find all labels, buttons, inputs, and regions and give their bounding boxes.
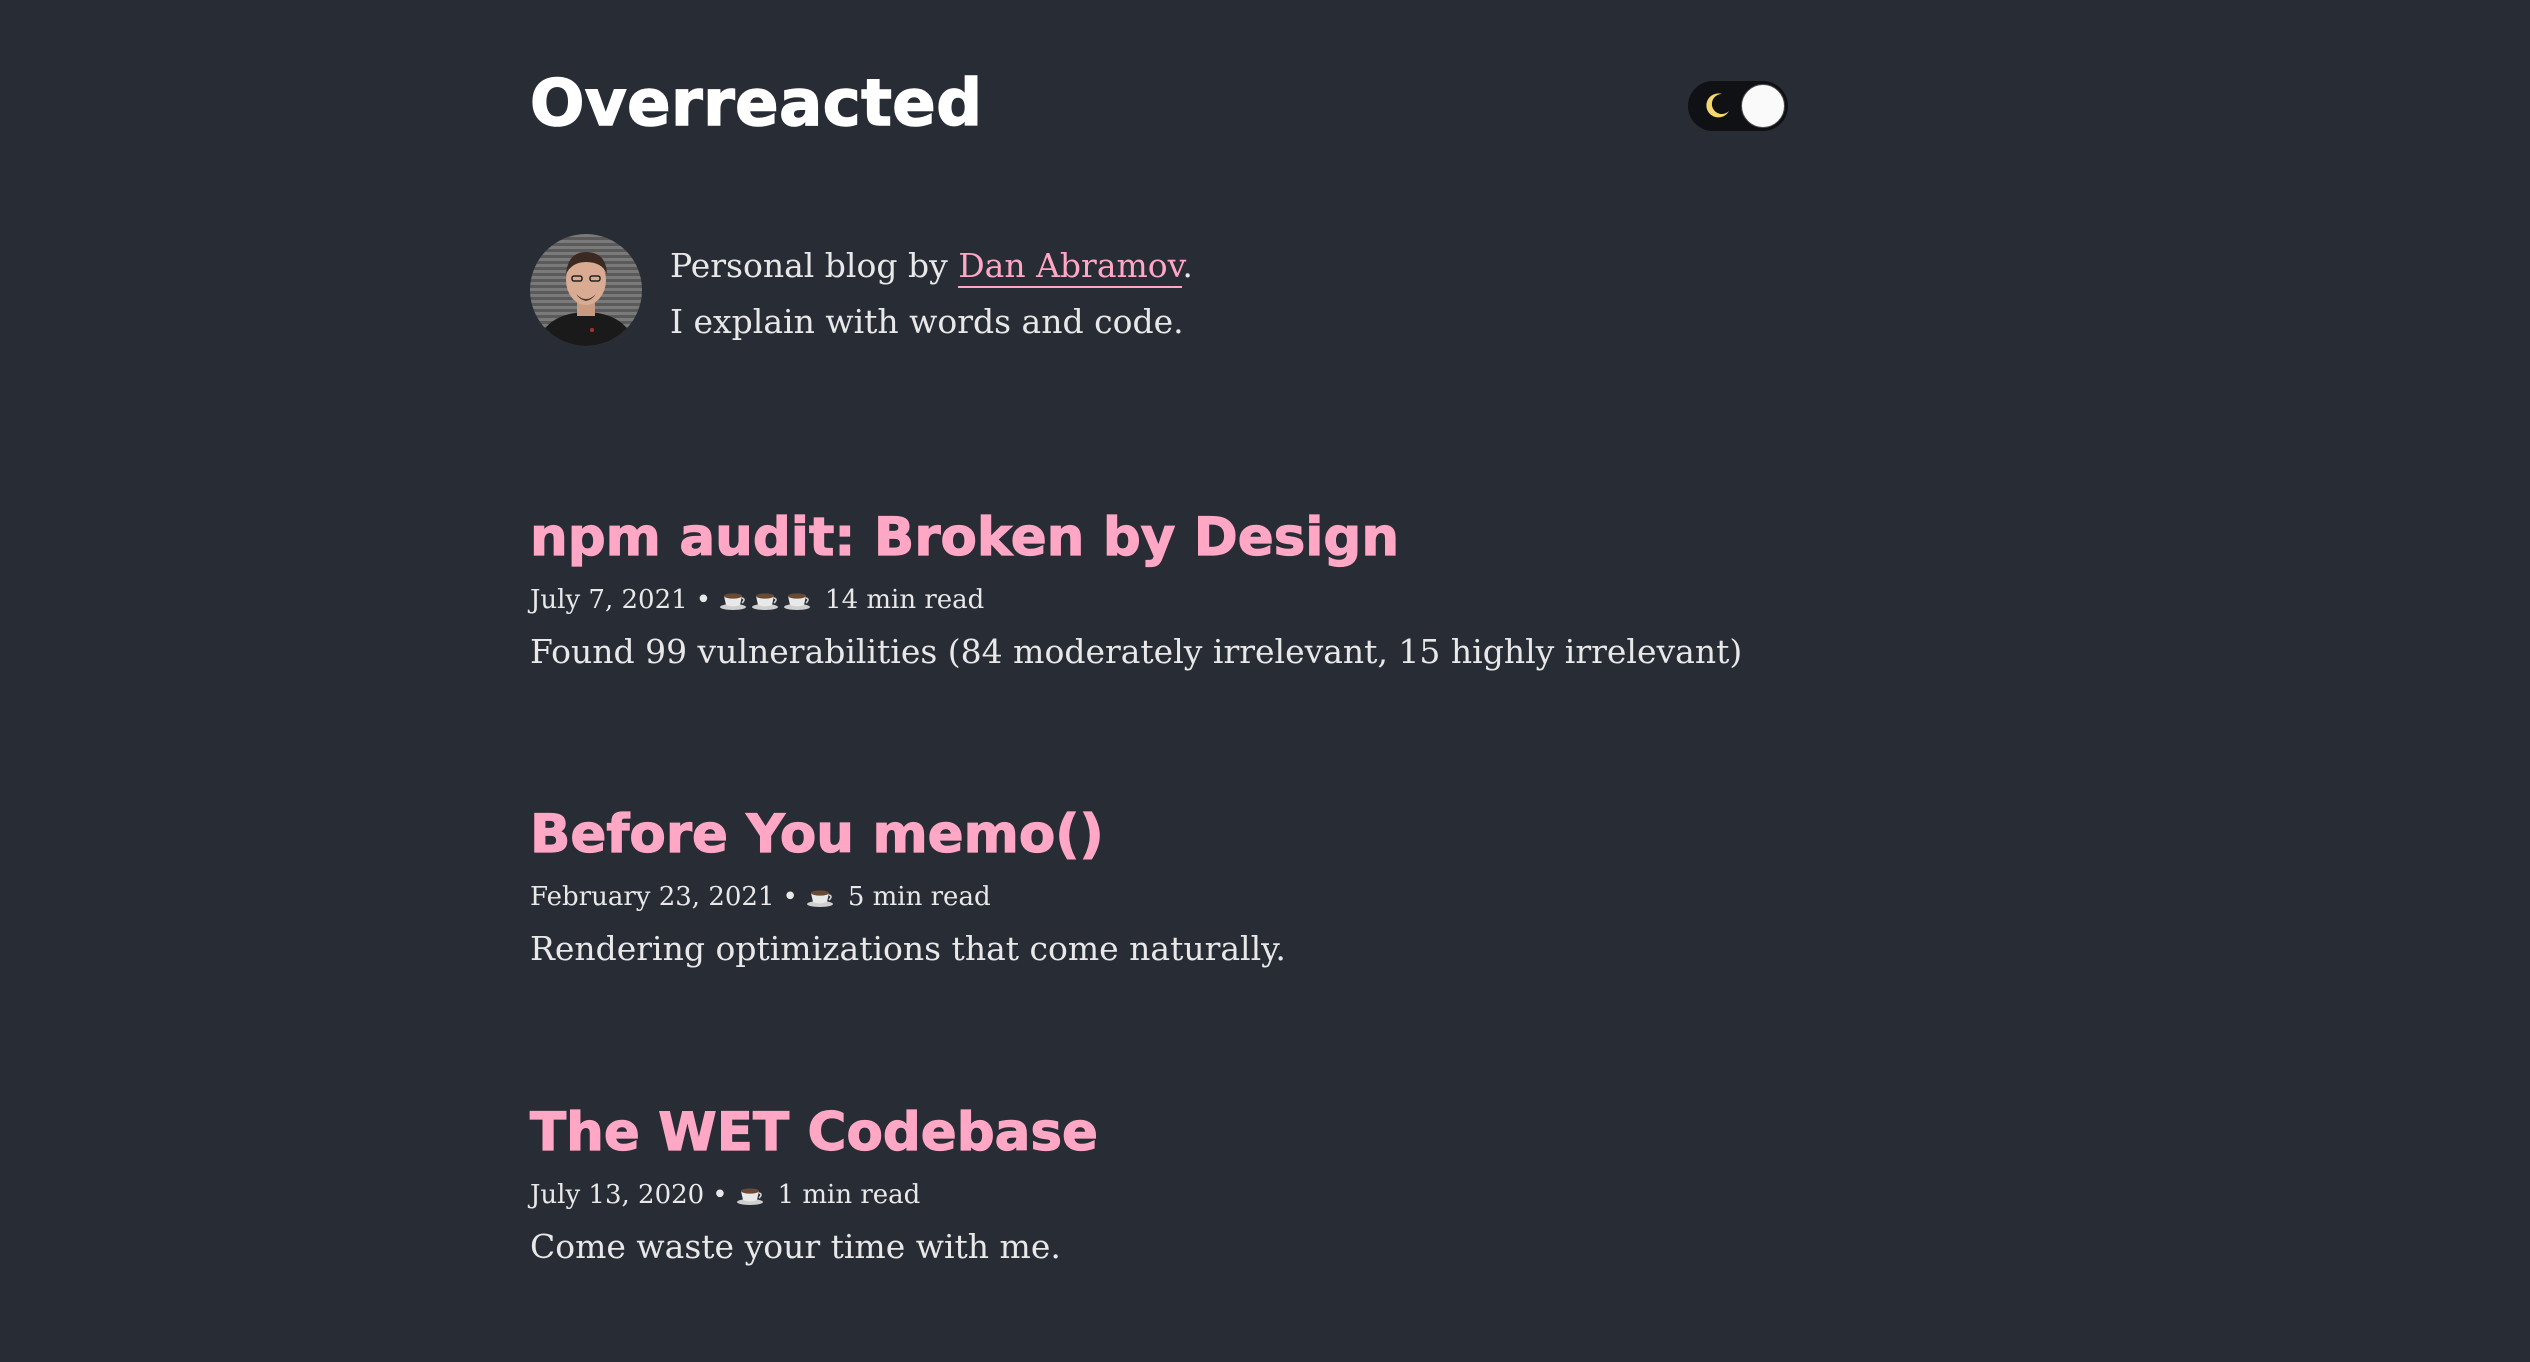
read-time-icons: [719, 590, 815, 610]
coffee-cup-icon: [806, 890, 833, 907]
bio-suffix: .: [1182, 246, 1193, 285]
post-item: Before You memo() February 23, 2021 • 5 …: [529, 803, 1790, 973]
post-item: The WET Codebase July 13, 2020 • 1 min r…: [529, 1101, 1790, 1271]
coffee-cup-icon: [736, 1188, 763, 1205]
coffee-cup-icon: [752, 593, 779, 610]
toggle-knob: [1741, 84, 1785, 128]
post-meta: July 7, 2021 • 14 min read: [530, 580, 1790, 620]
post-excerpt: Come waste your time with me.: [530, 1227, 1061, 1266]
read-time-icons: [806, 887, 838, 907]
avatar: [530, 234, 642, 346]
post-meta: July 13, 2020 • 1 min read: [530, 1175, 1790, 1215]
post-item: npm audit: Broken by Design July 7, 2021…: [529, 506, 1790, 676]
bio-line-1: Personal blog by Dan Abramov.: [670, 238, 1193, 294]
bio-text: Personal blog by Dan Abramov. I explain …: [670, 238, 1193, 350]
bio-prefix: Personal blog by: [670, 246, 959, 285]
post-date: July 13, 2020: [530, 1180, 705, 1210]
theme-toggle[interactable]: [1688, 81, 1788, 131]
coffee-cup-icon: [784, 593, 811, 610]
read-time: 14 min read: [825, 585, 985, 615]
post-date: February 23, 2021: [530, 882, 775, 912]
author-link[interactable]: Dan Abramov: [958, 246, 1183, 288]
read-time-icons: [736, 1185, 768, 1205]
post-title-link[interactable]: Before You memo(): [529, 803, 1790, 867]
meta-separator: •: [712, 1180, 728, 1210]
read-time: 1 min read: [777, 1180, 921, 1210]
bio-line-2: I explain with words and code.: [670, 302, 1184, 341]
site-title-link[interactable]: Overreacted: [529, 71, 982, 137]
read-time: 5 min read: [847, 882, 991, 912]
coffee-cup-icon: [720, 593, 747, 610]
post-title-link[interactable]: npm audit: Broken by Design: [529, 506, 1790, 570]
meta-separator: •: [695, 585, 712, 615]
moon-icon: [1706, 93, 1729, 118]
post-date: July 7, 2021: [530, 585, 688, 615]
post-excerpt: Found 99 vulnerabilities (84 moderately …: [530, 632, 1743, 671]
post-title-link[interactable]: The WET Codebase: [529, 1101, 1790, 1165]
author-bio: Personal blog by Dan Abramov. I explain …: [530, 230, 1790, 350]
post-excerpt: Rendering optimizations that come natura…: [530, 929, 1286, 968]
post-meta: February 23, 2021 • 5 min read: [530, 877, 1790, 917]
site-header: Overreacted: [529, 62, 1790, 152]
meta-separator: •: [782, 882, 798, 912]
page: Overreacted Personal blog by Dan Abramov…: [0, 0, 2530, 1362]
